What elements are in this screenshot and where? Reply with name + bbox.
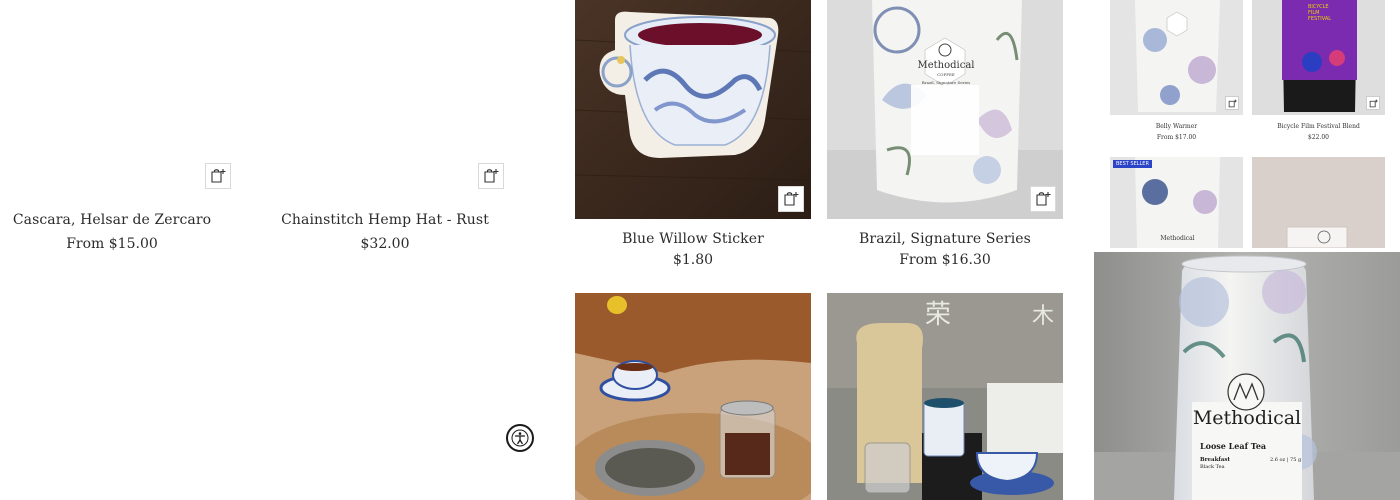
add-to-cart-icon (1369, 99, 1378, 107)
tin-weight: 2.6 oz | 75 g (1270, 457, 1302, 463)
add-to-cart-icon (1036, 192, 1051, 206)
product-price: $1.80 (672, 252, 714, 268)
add-to-cart-icon (1228, 99, 1237, 107)
mini-product-price: $22.00 (1308, 134, 1329, 141)
tin-line: Loose Leaf Tea (1200, 441, 1267, 451)
product-image-tea-pouring[interactable] (575, 293, 811, 500)
poster-text: BICYCLE FILM FESTIVAL (1308, 4, 1348, 22)
mini-product-image-box[interactable] (1252, 157, 1385, 248)
product-price: $32.00 (360, 236, 410, 252)
mini-product-price: From $17.00 (1156, 134, 1197, 141)
mini-product-image-best-seller[interactable]: BEST SELLER Methodical (1110, 157, 1243, 248)
accessibility-button[interactable] (506, 424, 534, 452)
mini-product-title[interactable]: Bicycle Film Festival Blend (1252, 123, 1385, 130)
recommendations-preview-panel: Belly Warmer From $17.00 BICYCLE FILM FE… (1094, 0, 1400, 248)
product-title[interactable]: Cascara, Helsar de Zercaro (12, 212, 212, 228)
mini-brand-text: Methodical (1160, 235, 1195, 242)
tin-variety: Breakfast (1200, 457, 1230, 463)
add-to-cart-button-hat[interactable] (478, 163, 504, 189)
svg-text:木: 木 (1032, 304, 1054, 329)
product-price: From $15.00 (66, 236, 158, 252)
add-to-cart-icon (484, 169, 499, 183)
tea-table-photo (575, 293, 811, 500)
product-title[interactable]: Blue Willow Sticker (575, 231, 811, 247)
mini-product-title[interactable]: Belly Warmer (1110, 123, 1243, 130)
add-to-cart-button-brazil[interactable] (1030, 186, 1056, 212)
coffee-bag-photo (827, 0, 1063, 219)
product-image-blue-willow-sticker[interactable] (575, 0, 811, 219)
mini-add-to-cart-button[interactable] (1225, 96, 1239, 110)
product-image-brazil-signature[interactable]: Methodical COFFEE Brazil, Signature Seri… (827, 0, 1063, 219)
svg-text:荣: 荣 (925, 300, 951, 330)
tin-brand: Methodical (1192, 407, 1302, 429)
add-to-cart-icon (211, 169, 226, 183)
poster-line: FESTIVAL (1308, 16, 1332, 22)
tea-set-photo: 荣 木 (827, 293, 1063, 500)
coffee-series: Brazil, Signature Series (921, 80, 971, 85)
product-title[interactable]: Chainstitch Hemp Hat - Rust (275, 212, 495, 228)
product-title[interactable]: Brazil, Signature Series (827, 231, 1063, 247)
mini-bag-graphic (1110, 0, 1243, 115)
tin-subvariety: Black Tea (1200, 464, 1225, 470)
featured-product-image-loose-leaf-tea[interactable]: Methodical Loose Leaf Tea Breakfast Blac… (1094, 252, 1400, 500)
mini-box-graphic (1252, 157, 1385, 248)
coffee-brand: Methodical (917, 60, 975, 71)
accessibility-icon (511, 429, 529, 447)
product-price: From $16.30 (899, 252, 991, 268)
add-to-cart-icon (784, 192, 799, 206)
mini-add-to-cart-button[interactable] (1366, 96, 1380, 110)
product-image-tea-set[interactable]: 荣 木 (827, 293, 1063, 500)
add-to-cart-button-sticker[interactable] (778, 186, 804, 212)
mini-product-image-belly-warmer[interactable] (1110, 0, 1243, 115)
sticker-photo (575, 0, 811, 219)
add-to-cart-button-cascara[interactable] (205, 163, 231, 189)
coffee-kind: COFFEE (937, 72, 955, 77)
best-seller-badge: BEST SELLER (1113, 160, 1152, 168)
